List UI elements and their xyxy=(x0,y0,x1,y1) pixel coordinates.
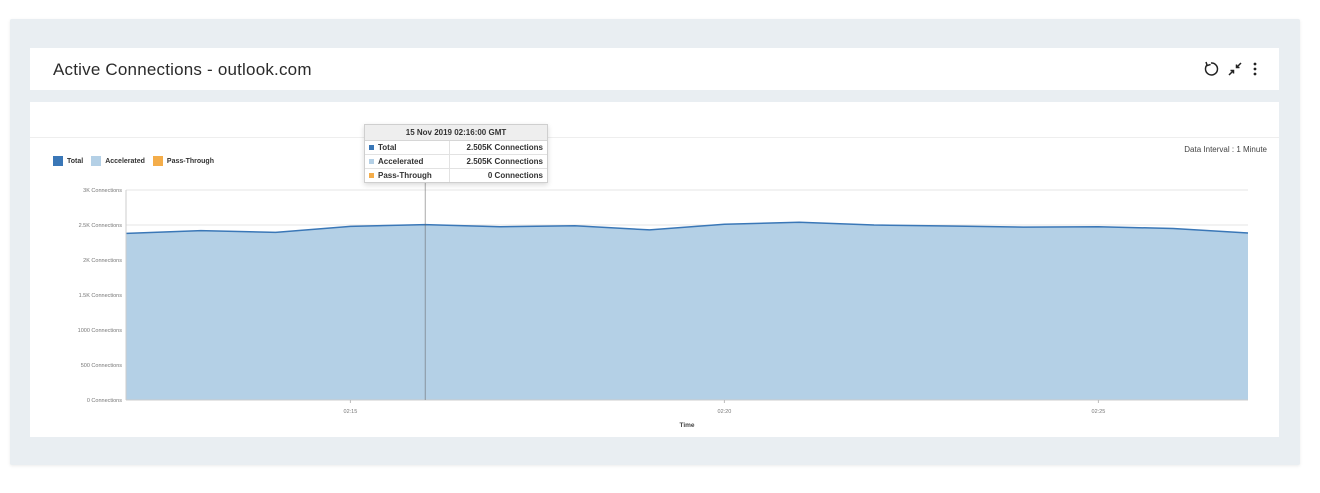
y-tick-label: 2K Connections xyxy=(83,258,122,264)
tooltip-row-total: Total 2.505K Connections xyxy=(365,141,547,155)
chart-tooltip: 15 Nov 2019 02:16:00 GMT Total 2.505K Co… xyxy=(364,124,548,183)
series-area-accelerated xyxy=(126,222,1248,400)
tooltip-name-total: Total xyxy=(378,143,397,152)
x-tick-label: 02:25 xyxy=(1092,409,1106,415)
tooltip-name-accelerated: Accelerated xyxy=(378,157,424,166)
tooltip-value-total: 2.505K Connections xyxy=(466,143,543,152)
tooltip-dot-total xyxy=(369,145,374,150)
chart-panel: Total Accelerated Pass-Through Data Inte… xyxy=(30,102,1279,437)
tooltip-value-pass-through: 0 Connections xyxy=(487,171,543,180)
x-axis-label: Time xyxy=(679,422,694,429)
y-tick-label: 0 Connections xyxy=(87,398,122,404)
refresh-icon[interactable] xyxy=(1203,61,1219,77)
y-tick-label: 3K Connections xyxy=(83,188,122,194)
x-tick-label: 02:15 xyxy=(344,409,358,415)
more-vertical-icon[interactable] xyxy=(1251,61,1259,77)
tooltip-value-accelerated: 2.505K Connections xyxy=(466,157,543,166)
tooltip-dot-accelerated xyxy=(369,159,374,164)
y-tick-label: 1.5K Connections xyxy=(79,293,123,299)
tooltip-name-pass-through: Pass-Through xyxy=(378,171,432,180)
collapse-icon[interactable] xyxy=(1227,61,1243,77)
area-chart[interactable]: 0 Connections 500 Connections 1000 Connect… xyxy=(30,102,1279,437)
widget-header: Active Connections - outlook.com xyxy=(30,48,1279,90)
y-tick-label: 2.5K Connections xyxy=(79,223,123,229)
x-tick-label: 02:20 xyxy=(718,409,732,415)
widget-actions xyxy=(1203,58,1259,80)
tooltip-time: 15 Nov 2019 02:16:00 GMT xyxy=(365,125,547,141)
tooltip-row-accelerated: Accelerated 2.505K Connections xyxy=(365,155,547,169)
tooltip-row-pass-through: Pass-Through 0 Connections xyxy=(365,169,547,182)
widget-title: Active Connections - outlook.com xyxy=(53,60,312,79)
y-tick-label: 500 Connections xyxy=(81,363,123,369)
tooltip-dot-pass-through xyxy=(369,173,374,178)
y-tick-label: 1000 Connections xyxy=(78,328,123,334)
